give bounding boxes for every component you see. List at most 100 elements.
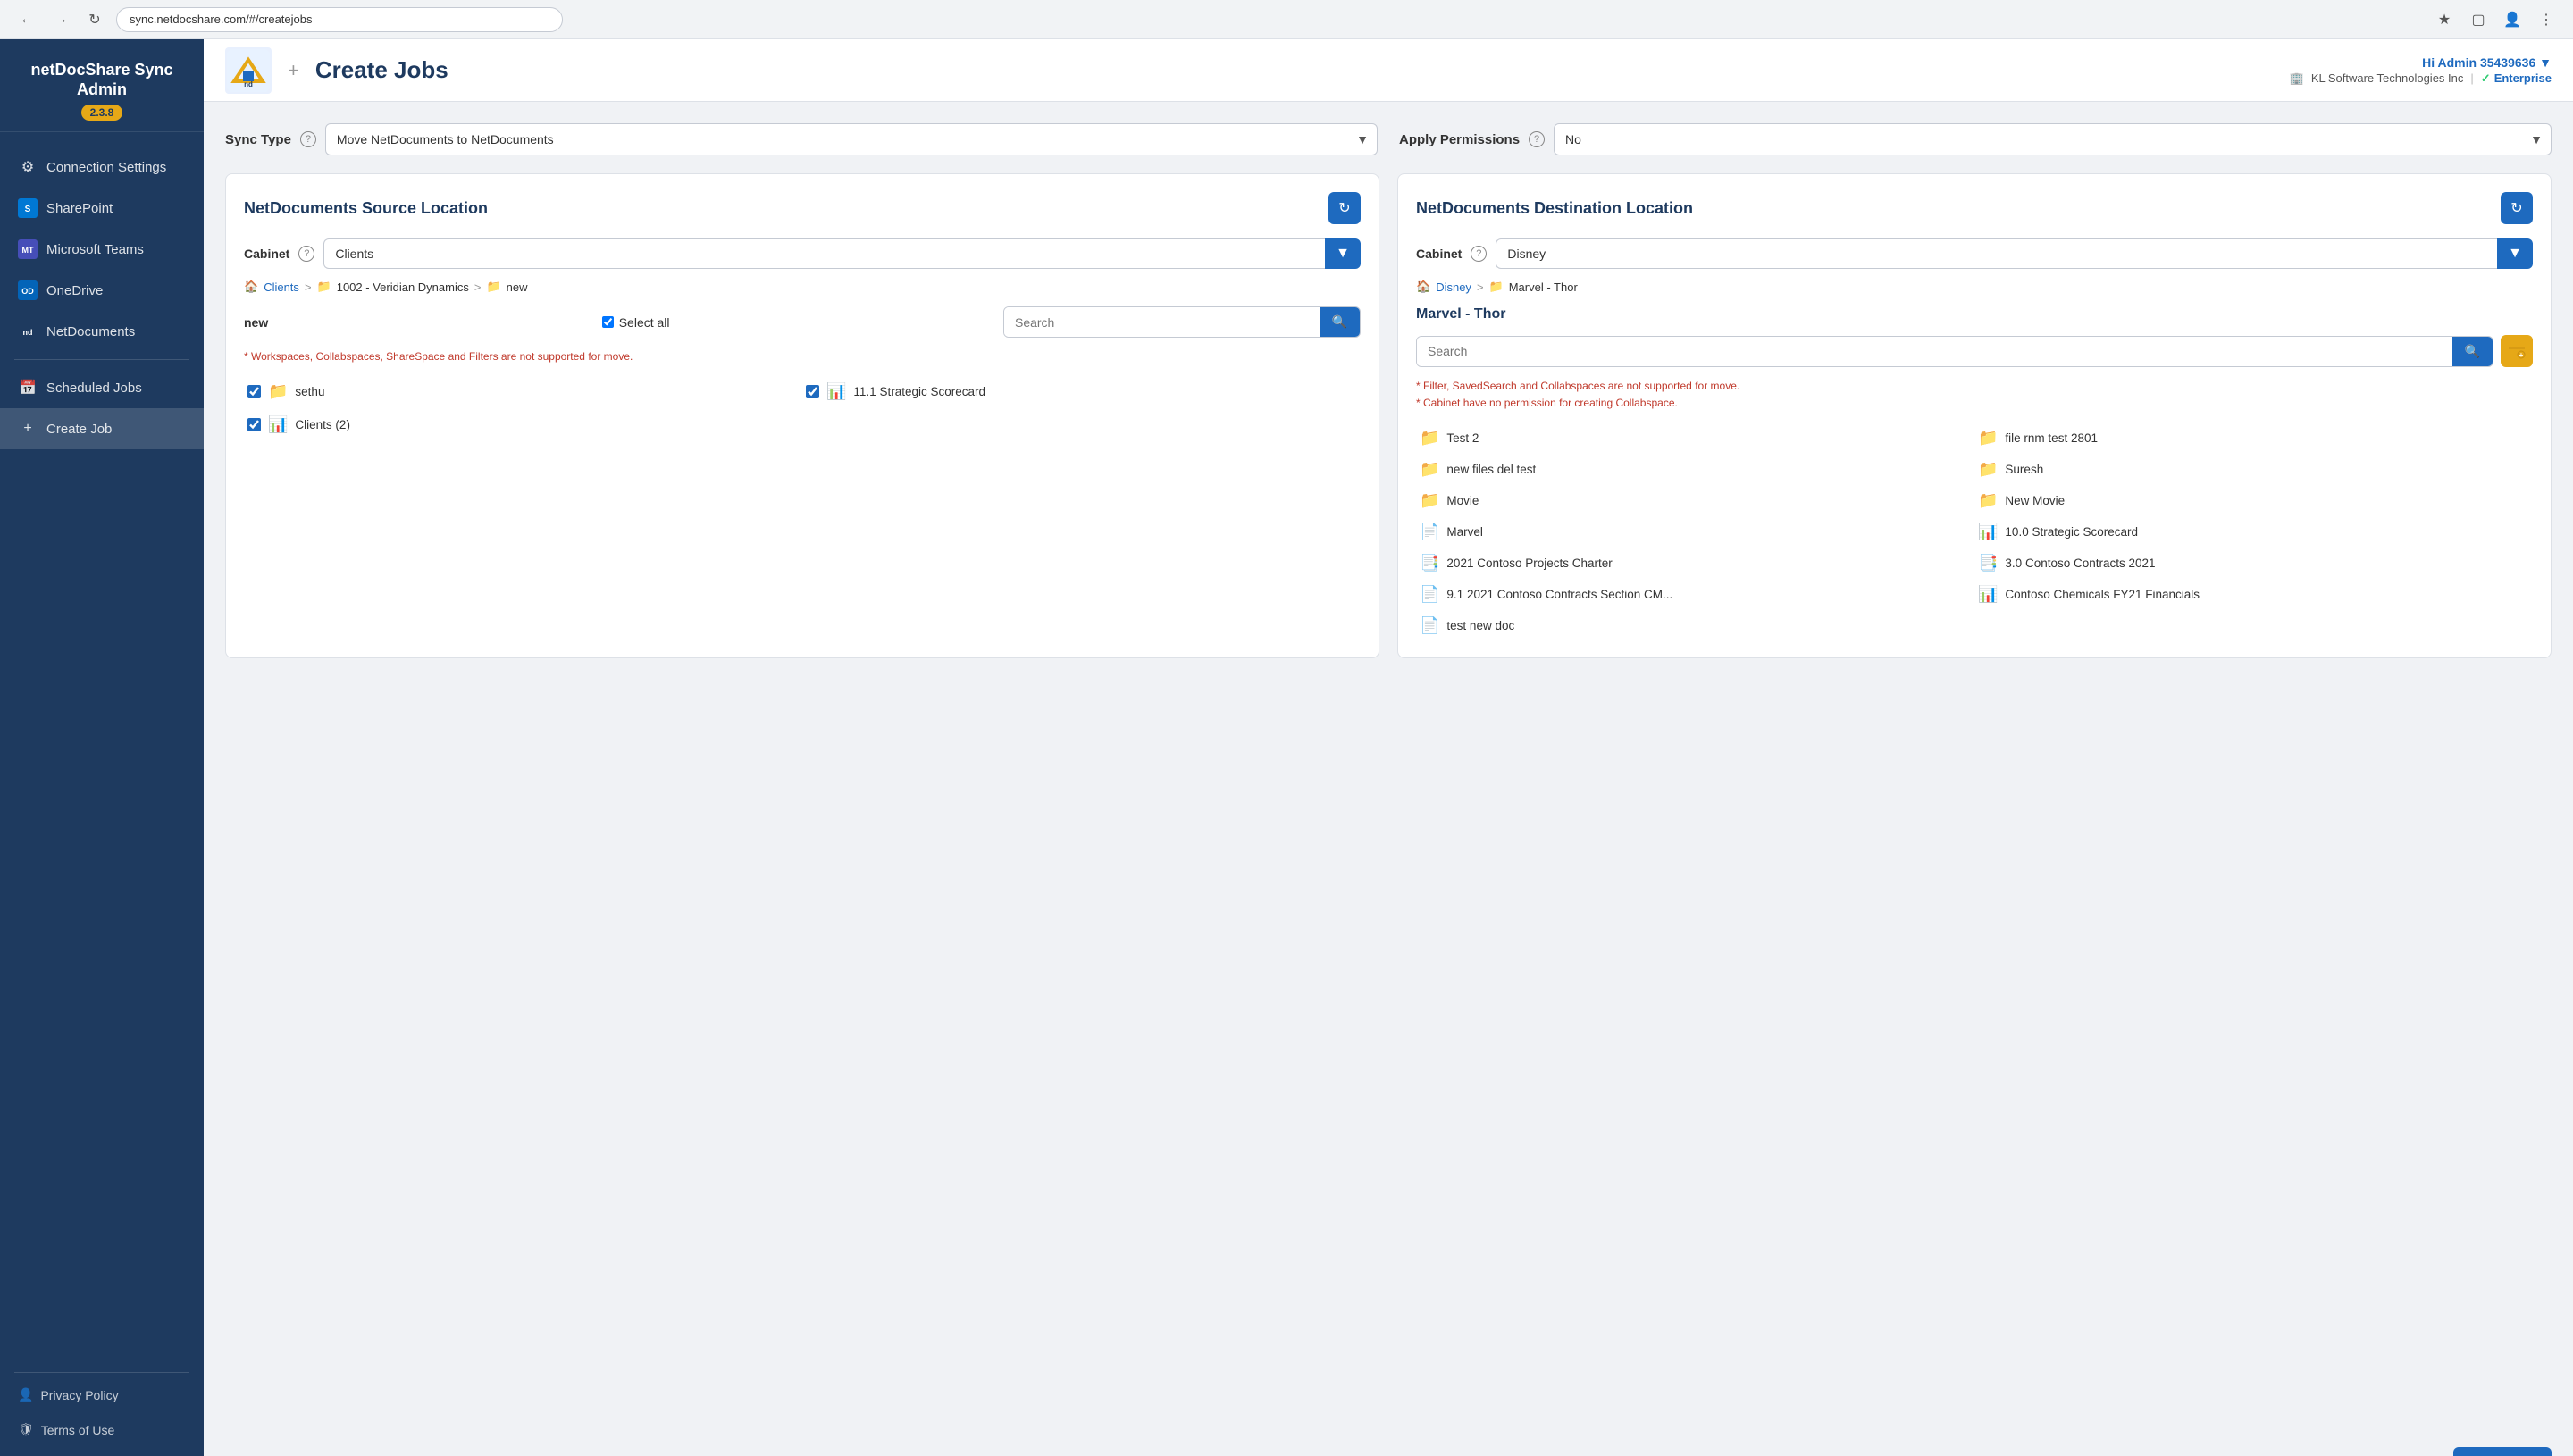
sidebar-item-label: Create Job: [46, 422, 112, 437]
source-file-label[interactable]: 11.1 Strategic Scorecard: [853, 385, 985, 398]
forward-button[interactable]: →: [48, 7, 73, 32]
version-badge: 2.3.8: [81, 105, 123, 121]
source-breadcrumb-item-1: 📁 1002 - Veridian Dynamics: [317, 280, 469, 294]
dest-refresh-button[interactable]: ↻: [2501, 192, 2533, 224]
source-file-checkbox-sethu[interactable]: [247, 385, 261, 398]
select-all-label[interactable]: Select all: [602, 315, 670, 330]
address-bar[interactable]: [116, 7, 563, 32]
sidebar-item-onedrive[interactable]: OD OneDrive: [0, 270, 204, 311]
source-cabinet-help[interactable]: ?: [298, 246, 314, 262]
sidebar-item-create-job[interactable]: + Create Job: [0, 408, 204, 449]
breadcrumb-label[interactable]: new: [507, 280, 528, 294]
netdocuments-icon: nd: [18, 322, 38, 341]
excel-icon: 📊: [1978, 585, 1998, 604]
dest-file-item-contoso-chemicals[interactable]: 📊 Contoso Chemicals FY21 Financials: [1974, 581, 2533, 608]
new-folder-button[interactable]: +: [2501, 335, 2533, 367]
source-refresh-button[interactable]: ↻: [1328, 192, 1361, 224]
dest-file-item-file-rnm[interactable]: 📁 file rnm test 2801: [1974, 424, 2533, 452]
sync-type-help[interactable]: ?: [300, 131, 316, 147]
folder-icon: 📁: [1978, 491, 1998, 510]
star-button[interactable]: ★: [2432, 7, 2457, 32]
source-file-label[interactable]: Clients (2): [295, 418, 350, 431]
sidebar-item-connection-settings[interactable]: ⚙ Connection Settings: [0, 146, 204, 188]
svg-text:OD: OD: [21, 287, 34, 296]
dest-file-item-test-new-doc[interactable]: 📄 test new doc: [1416, 612, 1974, 640]
dest-file-item-contoso-projects[interactable]: 📑 2021 Contoso Projects Charter: [1416, 549, 1974, 577]
sidebar-item-scheduled-jobs[interactable]: 📅 Scheduled Jobs: [0, 367, 204, 408]
browser-actions: ★ ▢ 👤 ⋮: [2432, 7, 2559, 32]
gear-icon: ⚙: [18, 157, 38, 177]
sidebar-item-microsoft-teams[interactable]: MT Microsoft Teams: [0, 229, 204, 270]
breadcrumb-label[interactable]: Clients: [264, 280, 299, 294]
dest-search-input[interactable]: [1417, 337, 2452, 366]
privacy-policy-link[interactable]: 👤 Privacy Policy: [0, 1380, 204, 1410]
teams-icon: MT: [18, 239, 38, 259]
folder-icon: 📁: [1420, 491, 1439, 510]
source-location-title: new: [244, 315, 268, 330]
breadcrumb-label[interactable]: Marvel - Thor: [1509, 280, 1578, 294]
apply-permissions-help[interactable]: ?: [1529, 131, 1545, 147]
sidebar-item-netdocuments[interactable]: nd NetDocuments: [0, 311, 204, 352]
breadcrumb-label[interactable]: 1002 - Veridian Dynamics: [337, 280, 469, 294]
dest-file-label: Suresh: [2005, 463, 2043, 476]
source-cabinet-dropdown-button[interactable]: ▼: [1325, 238, 1361, 269]
dest-file-item-10-strategic[interactable]: 📊 10.0 Strategic Scorecard: [1974, 518, 2533, 546]
svg-text:nd: nd: [244, 80, 253, 88]
dest-file-item-movie[interactable]: 📁 Movie: [1416, 487, 1974, 515]
dest-cabinet-label: Cabinet: [1416, 247, 1462, 261]
dest-cabinet-input[interactable]: [1496, 238, 2497, 269]
extensions-button[interactable]: ▢: [2466, 7, 2491, 32]
folder-icon: 📁: [1420, 429, 1439, 448]
source-search-input[interactable]: [1004, 307, 1320, 337]
source-warning: * Workspaces, Collabspaces, ShareSpace a…: [244, 348, 1361, 365]
apply-permissions-select[interactable]: No Yes: [1554, 123, 2552, 155]
dest-warning-line-2: * Cabinet have no permission for creatin…: [1416, 395, 2533, 412]
user-greeting[interactable]: Hi Admin 35439636 ▼: [2422, 55, 2552, 70]
dest-cabinet-help[interactable]: ?: [1471, 246, 1487, 262]
excel-icon: 📊: [826, 382, 846, 401]
apply-permissions-select-wrapper: No Yes ▼: [1554, 123, 2552, 155]
source-file-checkbox-strategic[interactable]: [806, 385, 819, 398]
sync-type-select[interactable]: Move NetDocuments to NetDocuments Sync N…: [325, 123, 1378, 155]
dest-file-label: Test 2: [1446, 431, 1479, 445]
sync-type-group: Sync Type ? Move NetDocuments to NetDocu…: [225, 123, 1378, 155]
menu-button[interactable]: ⋮: [2534, 7, 2559, 32]
source-cabinet-input[interactable]: [323, 238, 1325, 269]
dest-file-item-suresh[interactable]: 📁 Suresh: [1974, 456, 2533, 483]
dest-file-item-test2[interactable]: 📁 Test 2: [1416, 424, 1974, 452]
word-icon: 📄: [1420, 616, 1439, 635]
source-file-checkbox-clients[interactable]: [247, 418, 261, 431]
dest-breadcrumb-item-0: 🏠 Disney: [1416, 280, 1471, 294]
dest-file-label: New Movie: [2005, 494, 2065, 507]
back-button[interactable]: ←: [14, 7, 39, 32]
source-search-button[interactable]: 🔍: [1320, 307, 1360, 337]
terms-of-use-link[interactable]: 🛡 Terms of Use: [0, 1415, 204, 1444]
sidebar-header: netDocShare Sync Admin 2.3.8: [0, 39, 204, 132]
dest-search-button[interactable]: 🔍: [2452, 337, 2493, 366]
dest-file-item-new-files-del[interactable]: 📁 new files del test: [1416, 456, 1974, 483]
dest-file-item-new-movie[interactable]: 📁 New Movie: [1974, 487, 2533, 515]
dest-file-label: file rnm test 2801: [2005, 431, 2098, 445]
save-button[interactable]: 💾 Save: [2453, 1447, 2552, 1456]
dest-file-item-3-contoso[interactable]: 📑 3.0 Contoso Contracts 2021: [1974, 549, 2533, 577]
dest-file-label: test new doc: [1446, 619, 1514, 632]
dest-file-label: 10.0 Strategic Scorecard: [2005, 525, 2138, 539]
select-all-checkbox[interactable]: [602, 316, 614, 328]
person-icon: 👤: [18, 1387, 33, 1402]
dest-file-item-9-1-2021[interactable]: 📄 9.1 2021 Contoso Contracts Section CM.…: [1416, 581, 1974, 608]
source-panel-header: NetDocuments Source Location ↻: [244, 192, 1361, 224]
source-cabinet-label: Cabinet: [244, 247, 289, 261]
topbar-right: Hi Admin 35439636 ▼ 🏢 KL Software Techno…: [2290, 55, 2552, 86]
source-file-label[interactable]: sethu: [295, 385, 324, 398]
dest-cabinet-dropdown-button[interactable]: ▼: [2497, 238, 2533, 269]
breadcrumb-label[interactable]: Disney: [1436, 280, 1471, 294]
sidebar-item-sharepoint[interactable]: S SharePoint: [0, 188, 204, 229]
source-file-item-strategic-scorecard: 📊 11.1 Strategic Scorecard: [802, 378, 1361, 406]
breadcrumb-sep-1: >: [474, 280, 482, 294]
user-account-button[interactable]: 👤: [2500, 7, 2525, 32]
dest-file-item-marvel[interactable]: 📄 Marvel: [1416, 518, 1974, 546]
sharepoint-icon: S: [18, 198, 38, 218]
reload-button[interactable]: ↻: [82, 7, 107, 32]
source-panel-title: NetDocuments Source Location: [244, 199, 488, 218]
source-cabinet-select-wrapper: ▼: [323, 238, 1361, 269]
